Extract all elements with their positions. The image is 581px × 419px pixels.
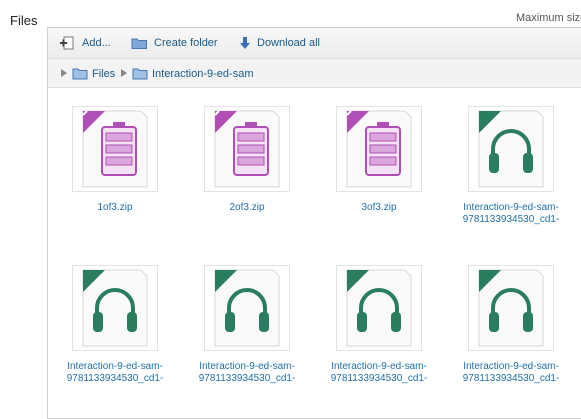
file-tile[interactable]: 2of3.zip [182,106,312,214]
add-button[interactable]: Add... [60,36,111,50]
breadcrumb-folder-label: Interaction-9-ed-sam [152,67,254,80]
file-thumbnail [468,106,554,192]
file-tile[interactable]: Interaction-9-ed-sam- 9781133934530_cd1- [446,106,576,226]
download-arrow-icon [240,37,250,49]
file-name-line2: 9781133934530_cd1- [330,373,428,384]
file-name: Interaction-9-ed-sam- 9781133934530_cd1- [314,361,444,385]
file-tile[interactable]: 1of3.zip [50,106,180,214]
headphones-audio-icon [478,110,544,188]
add-file-icon [60,36,74,50]
create-folder-button[interactable]: Create folder [131,36,218,50]
headphones-audio-icon [346,269,412,347]
file-name-line1: Interaction-9-ed-sam- [331,361,427,372]
file-name-line1: Interaction-9-ed-sam- [67,361,163,372]
download-all-button[interactable]: Download all [239,36,320,50]
file-name: 3of3.zip [314,202,444,214]
file-name: 1of3.zip [50,202,180,214]
file-name-line2: 9781133934530_cd1- [462,214,560,225]
headphones-audio-icon [82,269,148,347]
file-name-line1: Interaction-9-ed-sam- [463,361,559,372]
file-name-line1: Interaction-9-ed-sam- [199,361,295,372]
file-name: Interaction-9-ed-sam- 9781133934530_cd1- [446,202,576,226]
file-tile[interactable]: Interaction-9-ed-sam- 9781133934530_cd1- [446,265,576,385]
add-label: Add... [82,37,111,49]
file-thumbnail [336,265,422,351]
zip-archive-icon [346,110,412,188]
file-thumbnail [336,106,422,192]
headphones-audio-icon [214,269,280,347]
file-tile[interactable]: Interaction-9-ed-sam- 9781133934530_cd1- [50,265,180,385]
file-name-line2: 9781133934530_cd1- [198,373,296,384]
file-thumbnail [204,106,290,192]
zip-archive-icon [214,110,280,188]
file-tile[interactable]: Interaction-9-ed-sam- 9781133934530_cd1- [182,265,312,385]
breadcrumb-root[interactable]: Files [72,67,115,80]
zip-archive-icon [82,110,148,188]
breadcrumb-arrow-icon [61,69,67,77]
file-name: Interaction-9-ed-sam- 9781133934530_cd1- [182,361,312,385]
download-all-label: Download all [257,37,320,49]
file-name: Interaction-9-ed-sam- 9781133934530_cd1- [446,361,576,385]
create-folder-label: Create folder [154,37,218,49]
folder-icon [132,68,148,80]
file-tile[interactable]: Interaction-9-ed-sam- 9781133934530_cd1- [314,265,444,385]
file-name-line2: 9781133934530_cd1- [66,373,164,384]
file-tile[interactable]: 3of3.zip [314,106,444,214]
file-thumbnail [72,106,158,192]
folder-icon [72,68,88,80]
file-name-line1: 2of3.zip [229,202,265,213]
headphones-audio-icon [478,269,544,347]
file-thumbnail [72,265,158,351]
files-label: Files [10,13,38,28]
breadcrumb-arrow-icon [121,69,127,77]
file-name-line1: 3of3.zip [361,202,397,213]
file-name: Interaction-9-ed-sam- 9781133934530_cd1- [50,361,180,385]
maximum-size-label: Maximum size [516,12,581,24]
folder-icon [131,38,147,49]
breadcrumb-current-folder[interactable]: Interaction-9-ed-sam [132,67,254,80]
toolbar: Add... Create folder Download all [48,28,581,59]
file-thumbnail [204,265,290,351]
file-name-line2: 9781133934530_cd1- [462,373,560,384]
file-thumbnail [468,265,554,351]
file-name-line1: Interaction-9-ed-sam- [463,202,559,213]
file-name-line1: 1of3.zip [97,202,133,213]
breadcrumb: Files Interaction-9-ed-sam [48,59,581,88]
breadcrumb-root-label: Files [92,67,116,80]
file-name: 2of3.zip [182,202,312,214]
